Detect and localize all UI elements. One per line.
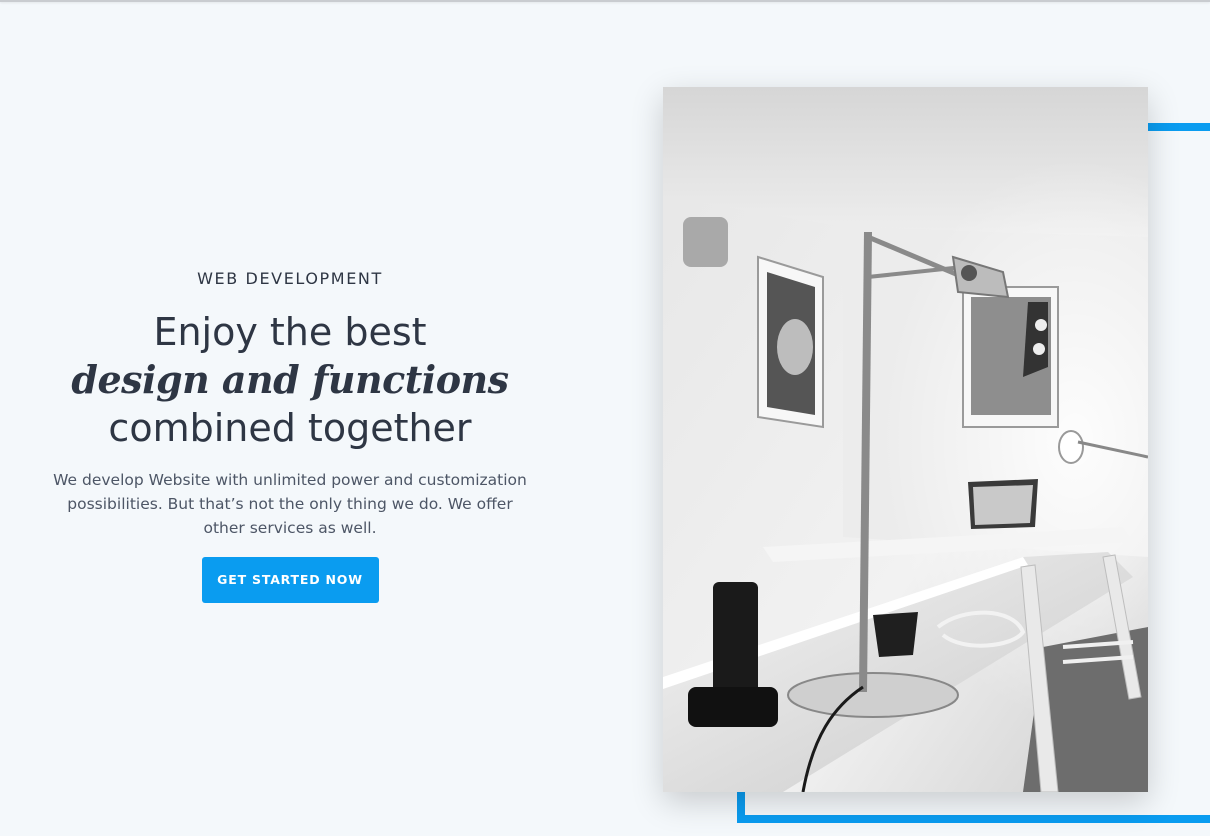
hero-description: We develop Website with unlimited power … <box>53 471 527 537</box>
headline-line-3: combined together <box>108 406 472 450</box>
section-eyebrow: WEB DEVELOPMENT <box>197 269 383 288</box>
hero-headline: Enjoy the best design and functions comb… <box>40 308 540 452</box>
header-bottom-border <box>0 0 1210 2</box>
hero-text-block: WEB DEVELOPMENT Enjoy the best design an… <box>40 268 540 603</box>
get-started-button[interactable]: GET STARTED NOW <box>201 557 379 603</box>
headline-line-2-emphasis: design and functions <box>71 357 509 402</box>
workspace-photo <box>663 87 1148 792</box>
workspace-photo-illustration <box>663 87 1148 792</box>
headline-line-1: Enjoy the best <box>153 310 427 354</box>
